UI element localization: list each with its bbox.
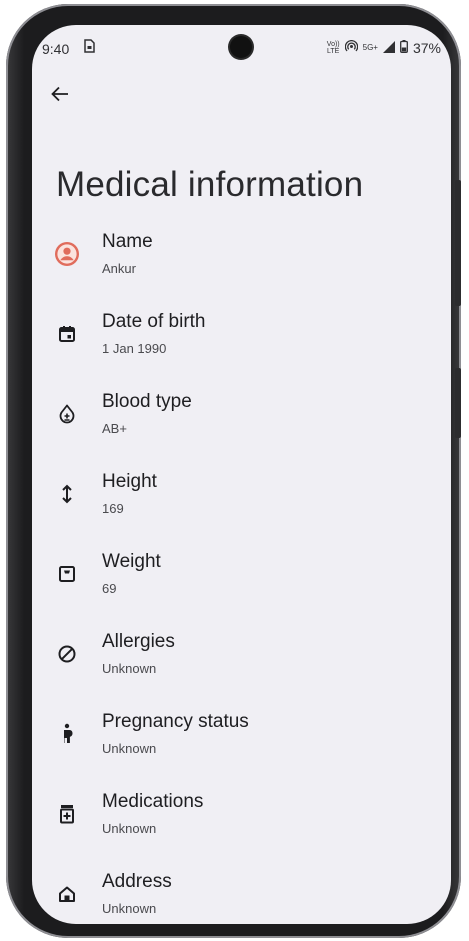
battery-percentage: 37% [412, 40, 441, 56]
item-value: Ankur [102, 261, 136, 276]
power-button [455, 180, 461, 306]
volume-button [455, 368, 461, 438]
medication-icon [54, 801, 80, 827]
phone-frame: 9:40 Vo)) LTE 5G+ 37% Medical informatio… [6, 4, 461, 938]
list-item-allergies[interactable]: Allergies Unknown [32, 625, 451, 705]
signal-icon [382, 40, 395, 56]
hotspot-icon [344, 39, 358, 56]
item-label: Height [102, 471, 157, 492]
front-camera [230, 36, 252, 58]
sim-card-icon [83, 39, 95, 56]
item-label: Weight [102, 551, 161, 572]
item-value: Unknown [102, 741, 157, 756]
item-value: 169 [102, 501, 124, 516]
list-item-name[interactable]: Name Ankur [32, 225, 451, 305]
screen: 9:40 Vo)) LTE 5G+ 37% Medical informatio… [32, 25, 451, 924]
status-time: 9:40 [42, 41, 70, 57]
item-label: Address [102, 871, 172, 892]
account-circle-icon [54, 241, 80, 267]
item-label: Date of birth [102, 311, 206, 332]
blood-drop-icon [54, 401, 80, 427]
volte-bottom: LTE [327, 48, 340, 55]
status-bar: 9:40 Vo)) LTE 5G+ 37% [32, 25, 451, 73]
scale-icon [54, 561, 80, 587]
item-label: Allergies [102, 631, 175, 652]
volte-indicator: Vo)) LTE [327, 41, 340, 55]
item-value: AB+ [102, 421, 127, 436]
status-icons: Vo)) LTE 5G+ 37% [327, 39, 441, 56]
item-value: 1 Jan 1990 [102, 341, 167, 356]
item-value: Unknown [102, 821, 157, 836]
home-icon [54, 881, 80, 907]
battery-icon [400, 40, 408, 56]
medical-info-list: Name Ankur Date of birth 1 Jan 1990 Bloo… [32, 225, 451, 924]
list-item-date-of-birth[interactable]: Date of birth 1 Jan 1990 [32, 305, 451, 385]
list-item-weight[interactable]: Weight 69 [32, 545, 451, 625]
calendar-icon [54, 321, 80, 347]
pregnant-icon [54, 721, 80, 747]
volte-top: Vo)) [326, 41, 340, 48]
height-icon [54, 481, 80, 507]
arrow-back-icon [51, 85, 69, 108]
list-item-height[interactable]: Height 169 [32, 465, 451, 545]
item-value: Unknown [102, 661, 157, 676]
list-item-pregnancy-status[interactable]: Pregnancy status Unknown [32, 705, 451, 785]
item-value: Unknown [102, 901, 157, 916]
list-item-address[interactable]: Address Unknown [32, 865, 451, 924]
item-label: Medications [102, 791, 204, 812]
network-type: 5G+ [362, 43, 378, 52]
list-item-medications[interactable]: Medications Unknown [32, 785, 451, 865]
item-label: Name [102, 231, 153, 252]
item-value: 69 [102, 581, 117, 596]
item-label: Pregnancy status [102, 711, 249, 732]
block-icon [54, 641, 80, 667]
page-title: Medical information [56, 165, 364, 204]
item-label: Blood type [102, 391, 192, 412]
list-item-blood-type[interactable]: Blood type AB+ [32, 385, 451, 465]
back-button[interactable] [44, 80, 76, 112]
